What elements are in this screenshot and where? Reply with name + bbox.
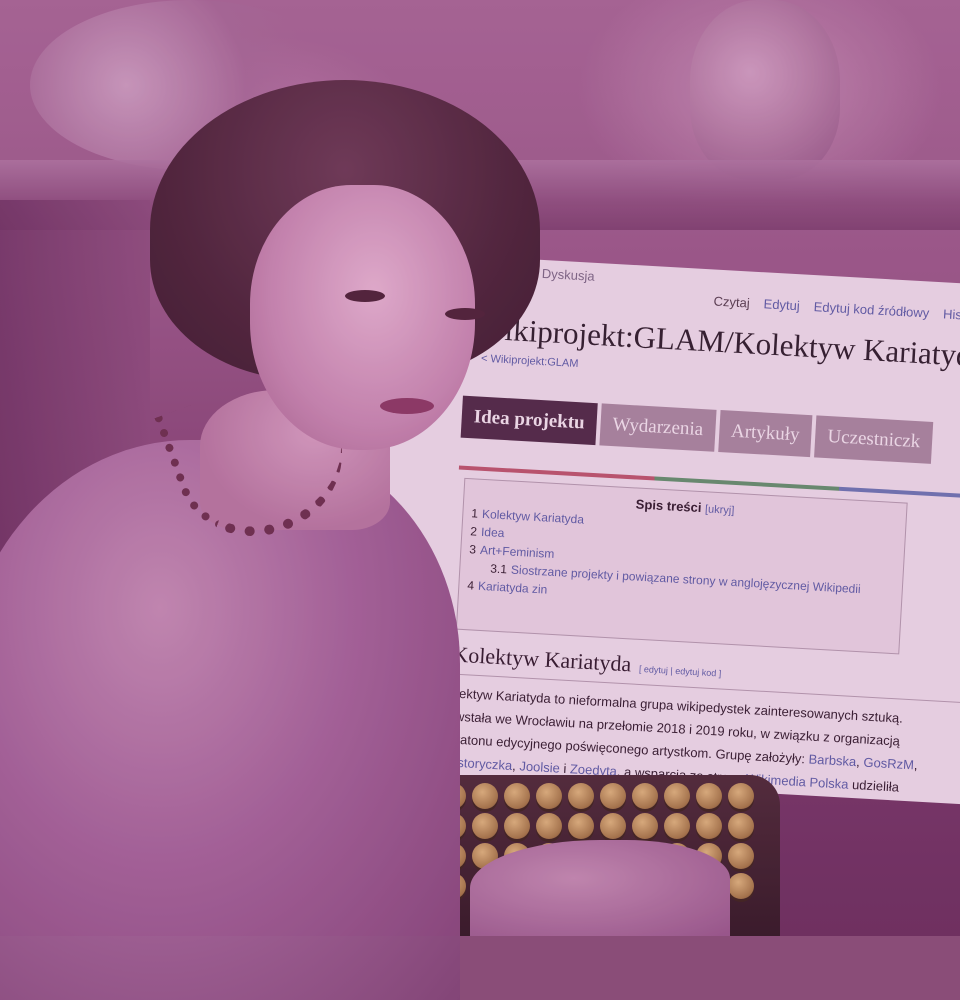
typewriter-key (600, 783, 626, 809)
typewriter-key (568, 813, 594, 839)
typewriter-key (440, 873, 466, 899)
typewriter-keys (440, 783, 756, 899)
typewriter (420, 775, 780, 936)
typewriter-key (728, 843, 754, 869)
tab-read[interactable]: Czytaj (713, 294, 750, 311)
typewriter-key (440, 843, 466, 869)
typewriter-key (728, 783, 754, 809)
typewriter-key (632, 783, 658, 809)
wiki-page-screen: Dyskusja Czytaj Edytuj Edytuj kod źródło… (300, 248, 960, 808)
porcelain-vase (690, 0, 840, 180)
typewriter-key (568, 873, 594, 899)
typewriter-key (536, 783, 562, 809)
typewriter-key (664, 843, 690, 869)
link-barbska[interactable]: Barbska (808, 752, 856, 770)
typewriter-key (504, 783, 530, 809)
typewriter-key (696, 873, 722, 899)
typewriter-key (632, 873, 658, 899)
typewriter-key (664, 873, 690, 899)
project-nav: Idea projektu Wydarzenia Artykuły Uczest… (460, 395, 934, 464)
typewriter-key (664, 813, 690, 839)
sidebar: ków pedii ąd st ąż Wikipedię stów (309, 474, 428, 648)
typewriter-key (536, 873, 562, 899)
link-gosrzm[interactable]: GosRzM (863, 755, 914, 773)
typewriter-key (440, 783, 466, 809)
typewriter-key (664, 783, 690, 809)
typewriter-key (728, 873, 754, 899)
typewriter-key (632, 843, 658, 869)
typewriter-key (632, 813, 658, 839)
section-edit-links[interactable]: [ edytuj | edytuj kod ] (639, 664, 722, 679)
typewriter-key (600, 843, 626, 869)
typewriter-key (696, 813, 722, 839)
typewriter-key (472, 783, 498, 809)
typewriter-key (472, 813, 498, 839)
link-joolsie[interactable]: Joolsie (519, 758, 560, 775)
typewriter-key (568, 783, 594, 809)
typewriter-key (536, 843, 562, 869)
nav-tab-idea[interactable]: Idea projektu (460, 395, 598, 446)
typewriter-key (536, 813, 562, 839)
link-herstoryczka[interactable]: Herstoryczka (436, 754, 513, 773)
typewriter-key (472, 843, 498, 869)
typewriter-key (696, 843, 722, 869)
tab-edit-source[interactable]: Edytuj kod źródłowy (813, 299, 929, 320)
typewriter-key (504, 813, 530, 839)
tab-discussion[interactable]: Dyskusja (541, 266, 595, 284)
tab-history[interactable]: His (943, 306, 960, 322)
typewriter-key (472, 873, 498, 899)
toc-toggle[interactable]: [ukryj] (705, 503, 735, 517)
subpage-link[interactable]: < Wikiprojekt:GLAM (481, 353, 579, 370)
typewriter-key (440, 813, 466, 839)
nav-tab-events[interactable]: Wydarzenia (599, 403, 717, 452)
tab-edit[interactable]: Edytuj (763, 296, 800, 313)
wall-panel (0, 200, 150, 620)
table-of-contents: Spis treści [ukryj] 1 Kolektyw Kariatyda … (455, 477, 908, 655)
view-tabs: Czytaj Edytuj Edytuj kod źródłowy His (713, 294, 960, 323)
typewriter-key (504, 843, 530, 869)
sidebar-item[interactable]: stów (309, 613, 420, 647)
typewriter-key (696, 783, 722, 809)
typewriter-key (600, 873, 626, 899)
typewriter-key (728, 813, 754, 839)
typewriter-key (600, 813, 626, 839)
nav-tab-participants[interactable]: Uczestniczk (814, 415, 934, 464)
flower-bouquet (30, 0, 350, 170)
nav-tab-articles[interactable]: Artykuły (717, 410, 813, 458)
typewriter-key (568, 843, 594, 869)
typewriter-key (504, 873, 530, 899)
